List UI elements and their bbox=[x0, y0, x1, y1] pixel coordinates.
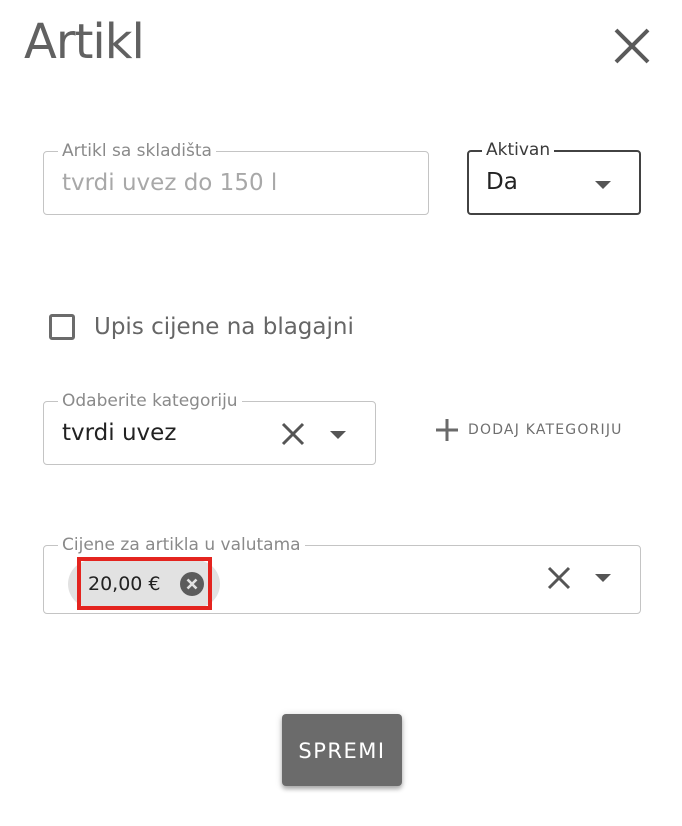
clear-icon[interactable] bbox=[544, 563, 574, 593]
close-icon bbox=[614, 28, 650, 64]
price-entry-checkbox[interactable] bbox=[49, 314, 75, 340]
save-button-label: SPREMI bbox=[298, 739, 386, 763]
warehouse-item-field: Artikl sa skladišta tvrdi uvez do 150 l bbox=[43, 140, 429, 215]
add-category-label: DODAJ KATEGORIJU bbox=[468, 422, 623, 438]
price-chip[interactable]: 20,00 € bbox=[68, 560, 220, 608]
active-label: Aktivan bbox=[482, 139, 555, 161]
arrow-drop-down-icon bbox=[595, 181, 611, 189]
arrow-drop-down-icon[interactable] bbox=[324, 422, 352, 446]
warehouse-item-value: tvrdi uvez do 150 l bbox=[62, 170, 278, 196]
article-dialog: Artikl Artikl sa skladišta tvrdi uvez do… bbox=[0, 0, 682, 826]
add-category-button[interactable]: DODAJ KATEGORIJU bbox=[432, 414, 648, 446]
arrow-drop-down-icon[interactable] bbox=[589, 565, 617, 589]
cancel-circle-icon[interactable] bbox=[180, 572, 204, 596]
price-entry-label: Upis cijene na blagajni bbox=[94, 314, 354, 340]
category-select[interactable]: Odaberite kategoriju tvrdi uvez bbox=[43, 390, 376, 465]
dialog-title: Artikl bbox=[24, 14, 145, 70]
category-label: Odaberite kategoriju bbox=[58, 390, 242, 412]
close-button[interactable] bbox=[606, 20, 658, 72]
category-input[interactable]: tvrdi uvez bbox=[62, 418, 176, 448]
clear-icon[interactable] bbox=[278, 419, 308, 449]
price-chip-label: 20,00 € bbox=[88, 573, 161, 595]
active-select[interactable]: Aktivan Da bbox=[467, 139, 641, 215]
save-button[interactable]: SPREMI bbox=[282, 714, 402, 786]
currency-prices-select[interactable]: Cijene za artikla u valutama 20,00 € bbox=[43, 534, 641, 614]
currency-prices-label: Cijene za artikla u valutama bbox=[58, 534, 305, 556]
active-value: Da bbox=[486, 169, 518, 195]
plus-icon bbox=[436, 419, 458, 441]
warehouse-item-label: Artikl sa skladišta bbox=[58, 140, 216, 162]
